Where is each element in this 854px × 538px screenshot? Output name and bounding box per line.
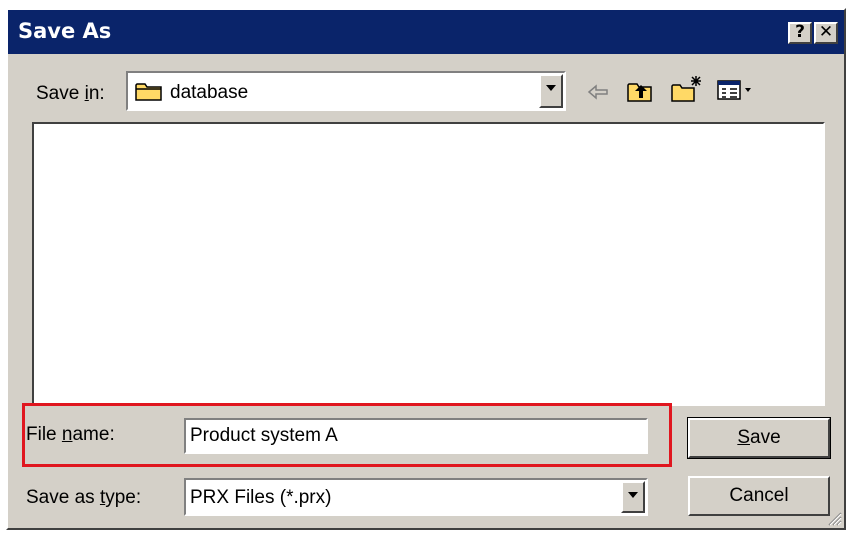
save-as-type-value: PRX Files (*.prx) — [190, 487, 332, 508]
view-menu-icon[interactable] — [716, 78, 754, 102]
file-name-label-post: ame: — [72, 424, 115, 445]
file-name-label-accel: n — [61, 424, 73, 445]
file-name-label-pre: File — [26, 424, 62, 445]
save-in-label-post: n: — [88, 83, 105, 104]
chevron-down-icon — [546, 85, 556, 91]
file-list[interactable] — [32, 122, 825, 406]
save-button[interactable]: Save — [687, 417, 831, 459]
save-button-label: ave — [750, 427, 781, 448]
close-button[interactable]: ✕ — [814, 22, 838, 44]
save-in-folder-value: database — [170, 82, 249, 103]
save-as-type-label-post: ype: — [105, 487, 142, 508]
create-new-folder-icon[interactable] — [670, 74, 704, 104]
up-one-level-icon[interactable] — [626, 78, 654, 104]
save-in-label-pre: Save — [36, 83, 85, 104]
file-name-label: File name: — [26, 424, 115, 446]
file-name-input[interactable]: Product system A — [184, 418, 648, 454]
folder-icon — [135, 83, 162, 101]
back-arrow-icon[interactable] — [586, 82, 610, 102]
save-as-dialog: Save As ? ✕ Save in: database File name:… — [6, 8, 846, 530]
title-bar[interactable]: Save As ? ✕ — [8, 10, 844, 54]
save-in-label: Save in: — [36, 83, 105, 105]
save-button-accel: S — [737, 427, 751, 448]
chevron-down-icon — [628, 492, 638, 498]
cancel-button[interactable]: Cancel — [688, 476, 830, 516]
save-in-combo[interactable]: database — [126, 71, 566, 111]
save-as-type-label: Save as type: — [26, 487, 141, 509]
save-as-type-label-pre: Save as — [26, 487, 100, 508]
dialog-title: Save As — [18, 19, 112, 43]
help-button[interactable]: ? — [788, 22, 812, 44]
save-in-dropdown-button[interactable] — [539, 74, 563, 108]
save-as-type-combo[interactable]: PRX Files (*.prx) — [184, 478, 648, 516]
resize-grip-icon[interactable] — [826, 510, 842, 526]
save-as-type-dropdown-button[interactable] — [621, 481, 645, 513]
